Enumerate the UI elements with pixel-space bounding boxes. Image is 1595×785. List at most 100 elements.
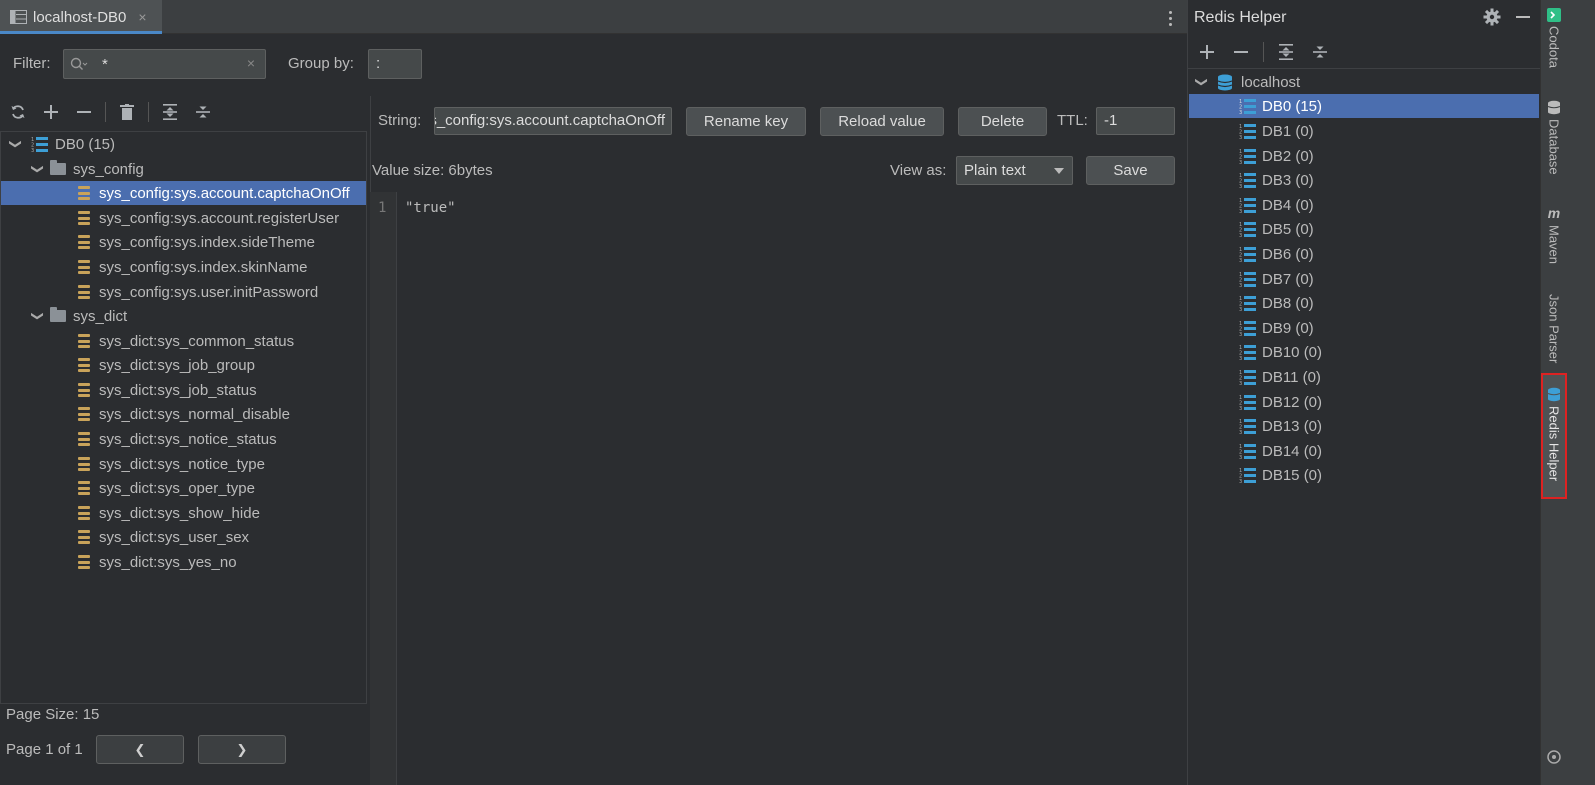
db-row[interactable]: 1 2 3 DB4 (0) [1189, 193, 1314, 217]
next-page-button[interactable]: ❯ [198, 735, 286, 764]
tree-key-row[interactable]: sys_dict:sys_job_status [1, 378, 366, 402]
svg-text:3: 3 [1239, 160, 1242, 165]
key-label: sys_dict:sys_notice_type [99, 455, 265, 473]
db-row[interactable]: 1 2 3 DB7 (0) [1189, 267, 1314, 291]
database-list-icon: 123 [1239, 197, 1257, 214]
database-list-icon: 123 [1239, 98, 1257, 115]
string-key-icon [78, 211, 90, 225]
filter-input[interactable]: * × [63, 49, 266, 79]
more-options-icon[interactable] [1162, 8, 1178, 28]
line-number-gutter [370, 192, 397, 785]
key-label: sys_dict:sys_show_hide [99, 504, 260, 522]
panel-divider [1187, 68, 1540, 69]
save-button[interactable]: Save [1086, 156, 1175, 185]
side-tab-label: Codota [1546, 26, 1562, 68]
tree-key-row[interactable]: sys_dict:sys_notice_type [1, 452, 366, 476]
chevron-down-icon[interactable]: ❯ [9, 137, 23, 151]
view-as-value: Plain text [964, 162, 1026, 179]
string-key-icon [78, 383, 90, 397]
svg-text:3: 3 [1239, 406, 1242, 411]
ttl-input[interactable]: -1 [1096, 107, 1175, 135]
tree-key-row[interactable]: sys_config:sys.account.registerUser [1, 206, 366, 230]
previous-page-button[interactable]: ❮ [96, 735, 184, 764]
database-list-icon: 123 [31, 136, 49, 153]
db-row[interactable]: 1 2 3 DB12 (0) [1189, 390, 1322, 414]
refresh-icon[interactable] [6, 100, 30, 124]
tree-key-row[interactable]: sys_dict:sys_oper_type [1, 476, 366, 500]
reload-value-button[interactable]: Reload value [820, 107, 944, 136]
db-label: DB2 (0) [1262, 147, 1314, 165]
side-tab-redis-helper[interactable]: Redis Helper [1541, 373, 1567, 499]
db-row[interactable]: 1 2 3 DB8 (0) [1189, 291, 1314, 315]
tree-key-row[interactable]: sys_config:sys.index.skinName [1, 255, 366, 279]
svg-text:3: 3 [1239, 307, 1242, 312]
side-tab-maven[interactable]: m Maven [1541, 205, 1567, 264]
db-row[interactable]: 1 2 3 DB15 (0) [1189, 463, 1322, 487]
group-by-input[interactable]: : [368, 49, 422, 79]
tree-root-db0[interactable]: ❯ 123 DB0 (15) [1, 132, 366, 156]
db-row[interactable]: 1 2 3 DB13 (0) [1189, 414, 1322, 438]
tab-close-icon[interactable]: × [138, 9, 146, 25]
add-connection-icon[interactable] [1195, 40, 1219, 64]
side-tab-json-parser[interactable]: Json Parser [1541, 290, 1567, 363]
tree-key-row[interactable]: sys_dict:sys_notice_status [1, 427, 366, 451]
tab-active-underline [0, 31, 162, 34]
tree-folder-sys-dict[interactable]: ❯ sys_dict [1, 304, 366, 328]
db-row[interactable]: 1 2 3 DB11 (0) [1189, 365, 1321, 389]
gear-icon[interactable] [1483, 8, 1501, 26]
minimize-icon[interactable] [1516, 16, 1530, 18]
tree-folder-sys-config[interactable]: ❯ sys_config [1, 157, 366, 181]
tree-key-row[interactable]: sys_dict:sys_user_sex [1, 525, 366, 549]
database-list-icon: 123 [1239, 418, 1257, 435]
expand-all-icon[interactable] [1274, 40, 1298, 64]
rename-key-button[interactable]: Rename key [686, 107, 806, 136]
collapse-all-icon[interactable] [191, 100, 215, 124]
chevron-down-icon[interactable]: ❯ [1195, 75, 1209, 89]
clear-filter-icon[interactable]: × [247, 55, 255, 71]
tree-key-row[interactable]: sys_dict:sys_show_hide [1, 501, 366, 525]
chevron-down-icon[interactable]: ❯ [31, 309, 45, 323]
remove-connection-icon[interactable] [1229, 40, 1253, 64]
db-label: DB8 (0) [1262, 294, 1314, 312]
connection-localhost[interactable]: ❯ localhost [1190, 70, 1539, 94]
string-key-icon [78, 334, 90, 348]
database-icon [1217, 74, 1233, 91]
tree-key-row[interactable]: sys_config:sys.index.sideTheme [1, 230, 366, 254]
tab-localhost-db0[interactable]: localhost-DB0 × [0, 0, 162, 34]
side-tab-codota[interactable]: Codota [1541, 8, 1567, 68]
trash-icon[interactable] [115, 100, 139, 124]
key-name-field[interactable]: sys_config:sys.account.captchaOnOff [434, 107, 672, 135]
view-as-select[interactable]: Plain text [956, 156, 1073, 185]
key-label: sys_config:sys.account.registerUser [99, 209, 340, 227]
key-label: sys_dict:sys_user_sex [99, 528, 250, 546]
tree-key-row[interactable]: sys_dict:sys_job_group [1, 353, 366, 377]
db-row[interactable]: 1 2 3 DB3 (0) [1189, 168, 1314, 192]
db-row[interactable]: 1 2 3 DB14 (0) [1189, 439, 1322, 463]
tree-key-row[interactable]: sys_dict:sys_normal_disable [1, 402, 366, 426]
db-row[interactable]: 1 2 3 DB2 (0) [1189, 144, 1314, 168]
collapse-all-icon[interactable] [1308, 40, 1332, 64]
tree-key-row[interactable]: sys_config:sys.account.captchaOnOff [1, 181, 366, 205]
svg-text:3: 3 [1239, 184, 1242, 189]
value-text-editor[interactable]: "true" [405, 200, 456, 216]
svg-text:3: 3 [1239, 233, 1242, 238]
chevron-down-icon[interactable]: ❯ [31, 162, 45, 176]
add-icon[interactable] [39, 100, 63, 124]
remove-icon[interactable] [72, 100, 96, 124]
db-row[interactable]: 1 2 3 DB5 (0) [1189, 217, 1314, 241]
database-list-icon: 123 [1239, 246, 1257, 263]
side-tab-database[interactable]: Database [1541, 100, 1567, 175]
tree-key-row[interactable]: sys_config:sys.user.initPassword [1, 280, 366, 304]
tree-key-row[interactable]: sys_dict:sys_yes_no [1, 550, 366, 574]
key-label: sys_config:sys.index.skinName [99, 258, 308, 276]
db-row[interactable]: 1 2 3 DB1 (0) [1189, 119, 1314, 143]
expand-all-icon[interactable] [158, 100, 182, 124]
notifications-icon[interactable] [1547, 750, 1561, 764]
db-row[interactable]: 1 2 3 DB6 (0) [1189, 242, 1314, 266]
db-row[interactable]: 1 2 3 DB10 (0) [1189, 340, 1322, 364]
key-label: sys_dict:sys_oper_type [99, 479, 255, 497]
db-row[interactable]: 123 DB0 (15) [1189, 94, 1539, 118]
tree-key-row[interactable]: sys_dict:sys_common_status [1, 329, 366, 353]
db-row[interactable]: 1 2 3 DB9 (0) [1189, 316, 1314, 340]
delete-button[interactable]: Delete [958, 107, 1047, 136]
